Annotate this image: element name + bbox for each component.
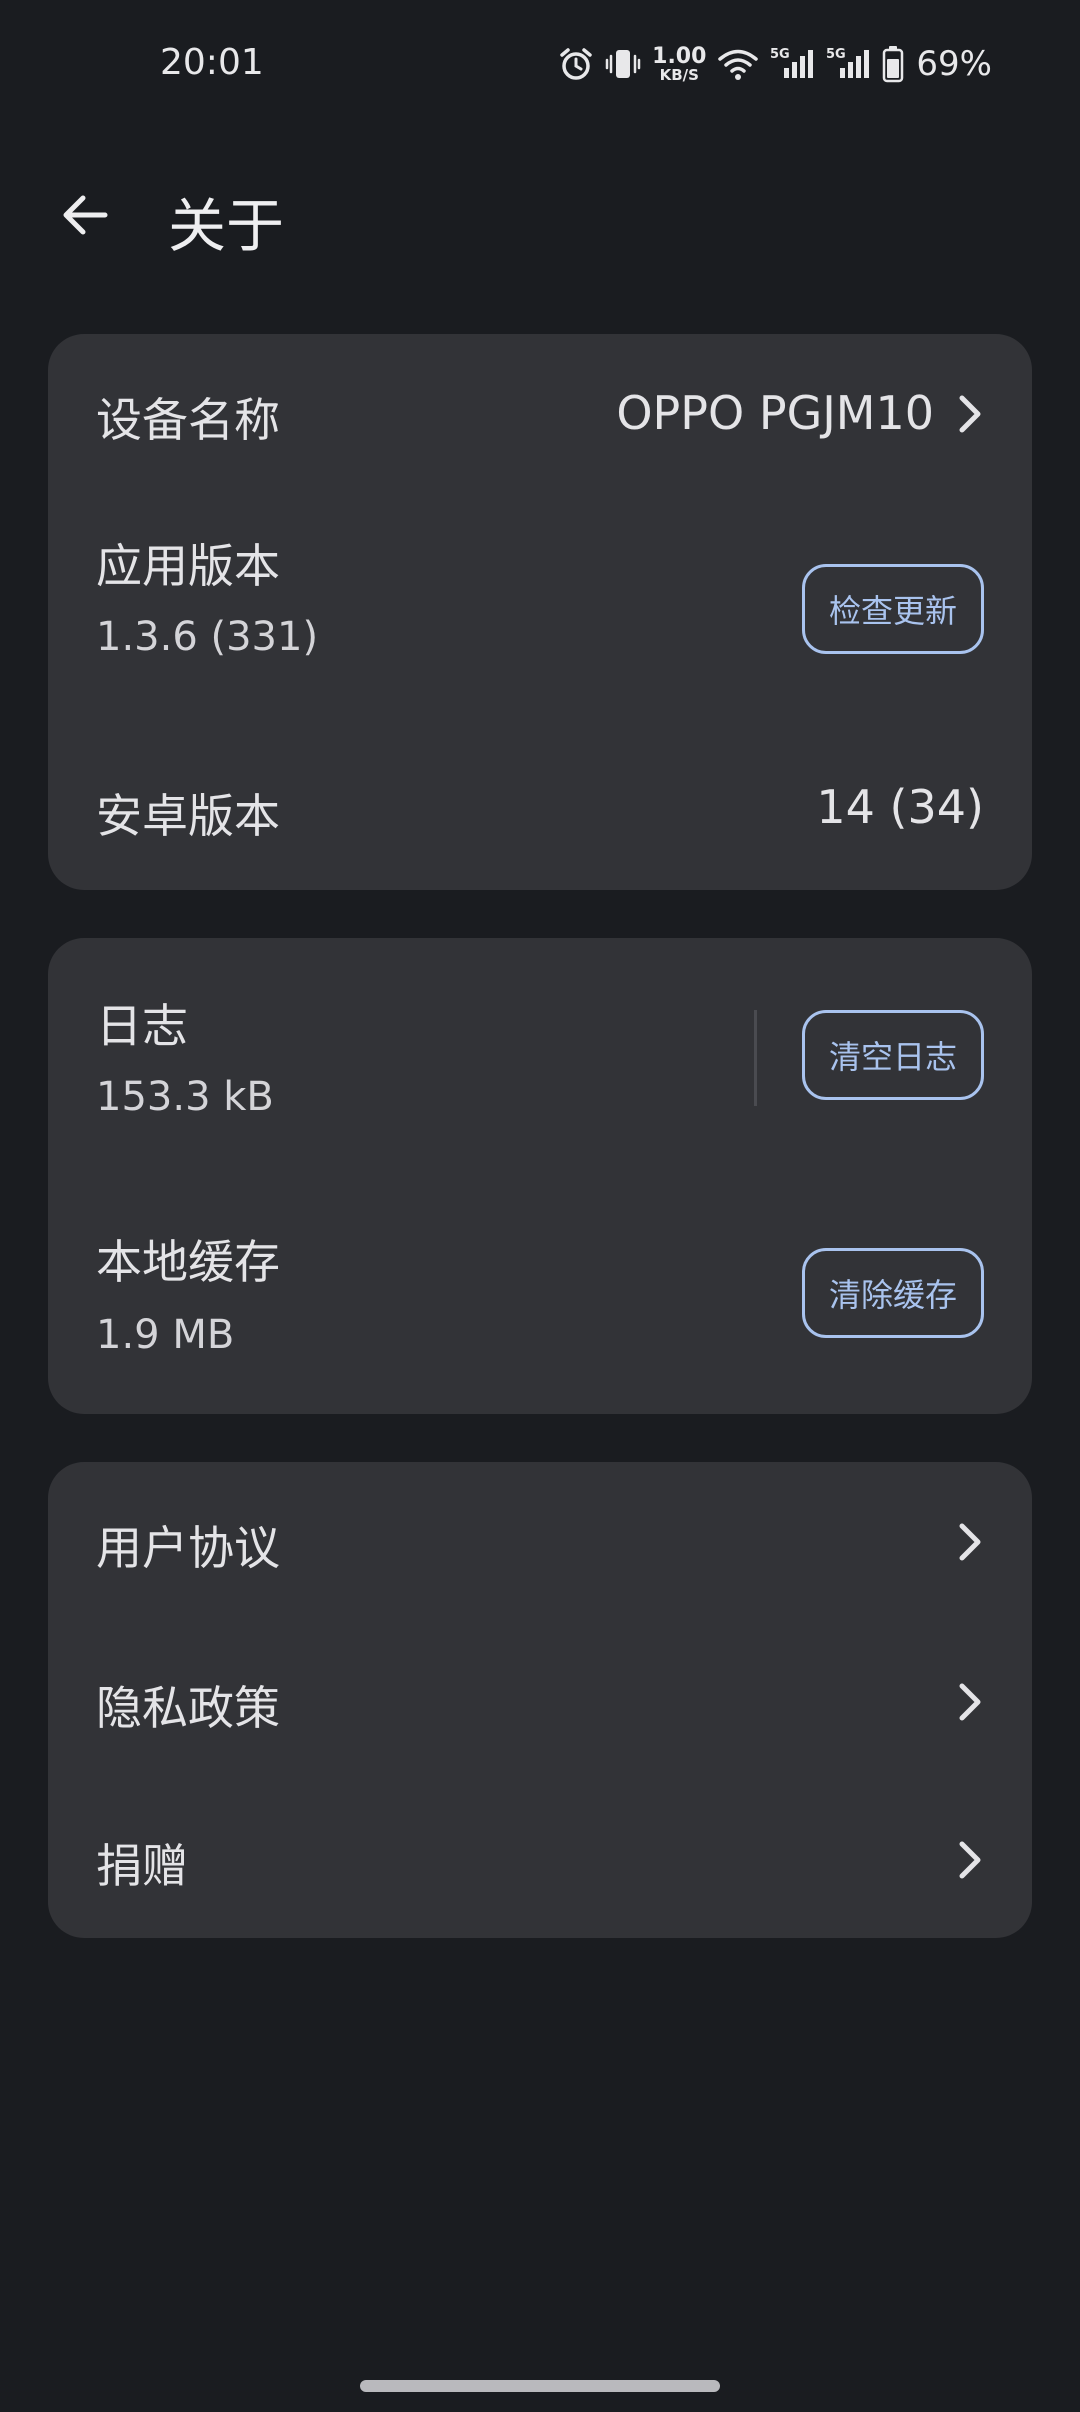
net-speed-value: 1.00 — [652, 43, 707, 69]
check-update-button[interactable]: 检查更新 — [802, 564, 984, 654]
signal-icon: 5G — [826, 46, 872, 82]
android-version-label: 安卓版本 — [96, 789, 280, 843]
page-title: 关于 — [168, 192, 285, 260]
divider — [754, 1010, 757, 1106]
android-version-row: 安卓版本 14 (34) — [48, 734, 1032, 890]
privacy-policy-label: 隐私政策 — [96, 1681, 280, 1735]
status-icons: 1.00 KB/S 5G 5G 69% — [558, 44, 992, 84]
privacy-policy-row[interactable]: 隐私政策 — [48, 1622, 1032, 1782]
device-name-label: 设备名称 — [96, 393, 280, 447]
device-name-row[interactable]: 设备名称 OPPO PGJM10 — [48, 334, 1032, 494]
wifi-icon — [716, 46, 760, 82]
status-bar: 20:01 1.00 KB/S 5G 5G 69% — [0, 0, 1080, 140]
vibrate-icon — [604, 46, 642, 82]
chevron-right-icon — [959, 1683, 981, 1721]
log-row: 日志 153.3 kB 清空日志 — [48, 938, 1032, 1178]
log-label: 日志 — [96, 999, 188, 1053]
app-version-label: 应用版本 — [96, 539, 280, 593]
storage-card: 日志 153.3 kB 清空日志 本地缓存 1.9 MB 清除缓存 — [48, 938, 1032, 1414]
net-speed: 1.00 KB/S — [652, 43, 707, 84]
cache-row: 本地缓存 1.9 MB 清除缓存 — [48, 1178, 1032, 1414]
arrow-left-icon — [63, 195, 108, 235]
app-version-value: 1.3.6 (331) — [96, 614, 319, 660]
back-button[interactable] — [50, 180, 120, 250]
clear-cache-button[interactable]: 清除缓存 — [802, 1248, 984, 1338]
status-time: 20:01 — [160, 42, 264, 83]
log-size: 153.3 kB — [96, 1074, 274, 1120]
clear-log-button[interactable]: 清空日志 — [802, 1010, 984, 1100]
signal-icon: 5G — [770, 46, 816, 82]
top-app-bar: 关于 — [0, 165, 1080, 265]
chevron-right-icon — [959, 395, 981, 433]
chevron-right-icon — [959, 1841, 981, 1879]
signal2-label: 5G — [826, 47, 846, 62]
signal1-label: 5G — [770, 47, 790, 62]
links-card: 用户协议 隐私政策 捐赠 — [48, 1462, 1032, 1938]
donate-label: 捐赠 — [96, 1839, 188, 1893]
home-indicator[interactable] — [360, 2380, 720, 2392]
device-name-value: OPPO PGJM10 — [616, 386, 934, 440]
cache-label: 本地缓存 — [96, 1235, 280, 1289]
cache-size: 1.9 MB — [96, 1312, 235, 1358]
net-speed-unit: KB/S — [659, 65, 699, 84]
user-agreement-row[interactable]: 用户协议 — [48, 1462, 1032, 1622]
device-info-card: 设备名称 OPPO PGJM10 应用版本 1.3.6 (331) 检查更新 安… — [48, 334, 1032, 890]
user-agreement-label: 用户协议 — [96, 1521, 280, 1575]
battery-icon — [882, 45, 904, 83]
android-version-value: 14 (34) — [816, 780, 984, 834]
app-version-row: 应用版本 1.3.6 (331) 检查更新 — [48, 494, 1032, 734]
alarm-icon — [558, 46, 594, 82]
donate-row[interactable]: 捐赠 — [48, 1782, 1032, 1938]
chevron-right-icon — [959, 1523, 981, 1561]
battery-percent: 69% — [916, 44, 992, 84]
